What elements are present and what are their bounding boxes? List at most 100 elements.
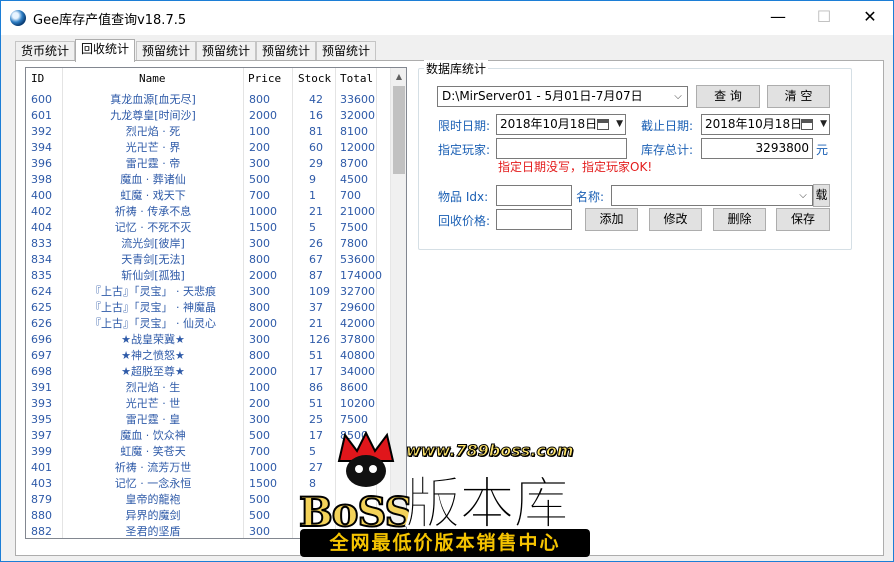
player-input[interactable] [496, 138, 627, 159]
cell-total: 42000 [340, 317, 375, 330]
cell-total: 32700 [340, 285, 375, 298]
chevron-down-icon: ⌵ [799, 190, 807, 201]
end-date-value: 2018年10月18日 [705, 117, 803, 131]
table-row[interactable]: 625 『上古』「灵宝」 · 神魔晶 800 37 29600 [26, 300, 392, 316]
cell-name: 记忆 · 一念永恒 [114, 477, 192, 490]
table-row[interactable]: 404 记忆 · 不死不灭 1500 5 7500 [26, 220, 392, 236]
tab-reserved-3[interactable]: 预留统计 [256, 41, 316, 61]
cell-price: 2000 [249, 109, 277, 122]
start-date-picker[interactable]: 2018年10月18日 ▼ [496, 114, 626, 135]
cell-price: 700 [249, 445, 270, 458]
cell-name: 光卍芒 · 世 [125, 397, 181, 410]
minimize-button[interactable]: — [755, 1, 801, 33]
cell-id: 403 [31, 477, 52, 490]
watermark-title: 版本库 [405, 472, 570, 538]
table-row[interactable]: 395 雷卍霆 · 皇 300 25 7500 [26, 412, 392, 428]
cell-stock: 109 [309, 285, 330, 298]
cell-price: 800 [249, 93, 270, 106]
recycle-price-input[interactable] [496, 209, 572, 230]
table-row[interactable]: 393 光卍芒 · 世 200 51 10200 [26, 396, 392, 412]
watermark-url: www.789boss.com [406, 441, 575, 461]
tab-currency-stats[interactable]: 货币统计 [15, 41, 75, 61]
col-header-stock[interactable]: Stock [298, 72, 331, 85]
table-row[interactable]: 626 『上古』「灵宝」 · 仙灵心 2000 21 42000 [26, 316, 392, 332]
scroll-thumb[interactable] [393, 86, 405, 174]
cell-name: 记忆 · 不死不灭 [114, 221, 192, 234]
tab-recycle-stats[interactable]: 回收统计 [75, 39, 135, 62]
col-header-id[interactable]: ID [31, 72, 44, 85]
cell-id: 626 [31, 317, 52, 330]
cell-id: 398 [31, 173, 52, 186]
cell-price: 1500 [249, 221, 277, 234]
col-header-name[interactable]: Name [139, 72, 166, 85]
close-button[interactable]: ✕ [847, 1, 893, 33]
cell-name: 雷卍霆 · 皇 [125, 413, 181, 426]
tab-reserved-1[interactable]: 预留统计 [136, 41, 196, 61]
table-row[interactable]: 392 烈卍焰 · 死 100 81 8100 [26, 124, 392, 140]
calendar-icon[interactable] [597, 119, 609, 130]
cell-price: 200 [249, 397, 270, 410]
cell-price: 500 [249, 429, 270, 442]
cell-price: 1000 [249, 461, 277, 474]
server-select[interactable]: D:\MirServer01 - 5月01日-7月07日 ⌵ [437, 86, 688, 107]
table-row[interactable]: 391 烈卍焰 · 生 100 86 8600 [26, 380, 392, 396]
cell-total: 700 [340, 189, 361, 202]
table-row[interactable]: 396 雷卍霆 · 帝 300 29 8700 [26, 156, 392, 172]
end-date-label: 截止日期: [641, 119, 694, 133]
table-row[interactable]: 696 ★战皇荣冀★ 300 126 37800 [26, 332, 392, 348]
title-bar[interactable]: Gee库存产值查询v18.7.5 — ☐ ✕ [1, 1, 893, 35]
clear-button[interactable]: 清 空 [767, 85, 830, 108]
cell-total: 8100 [340, 125, 368, 138]
cell-stock: 17 [309, 429, 323, 442]
cell-name: 斩仙剑[孤独] [121, 269, 185, 282]
table-row[interactable]: 624 『上古』「灵宝」 · 天悲痕 300 109 32700 [26, 284, 392, 300]
chevron-down-icon[interactable]: ▼ [616, 115, 623, 134]
col-header-price[interactable]: Price [248, 72, 281, 85]
cell-name: 天青剑[无法] [121, 253, 185, 266]
table-row[interactable]: 398 魔血 · 葬诸仙 500 9 4500 [26, 172, 392, 188]
cell-name: 烈卍焰 · 生 [125, 381, 181, 394]
calendar-icon[interactable] [801, 119, 813, 130]
scroll-up-arrow-icon[interactable]: ▲ [391, 68, 406, 85]
cell-price: 1500 [249, 477, 277, 490]
cell-total: 7500 [340, 413, 368, 426]
cell-name: 虹魔 · 戏天下 [120, 189, 186, 202]
item-idx-input[interactable] [496, 185, 572, 206]
table-row[interactable]: 698 ★超脱至尊★ 2000 17 34000 [26, 364, 392, 380]
cell-name: ★超脱至尊★ [121, 365, 185, 378]
cell-price: 500 [249, 493, 270, 506]
query-button[interactable]: 查 询 [696, 85, 760, 108]
load-button[interactable]: 载 [813, 184, 830, 207]
table-row[interactable]: 834 天青剑[无法] 800 67 53600 [26, 252, 392, 268]
maximize-button[interactable]: ☐ [801, 1, 847, 33]
cell-id: 393 [31, 397, 52, 410]
cell-id: 697 [31, 349, 52, 362]
tab-reserved-4[interactable]: 预留统计 [316, 41, 376, 61]
table-row[interactable]: 402 祈祷 · 传承不息 1000 21 21000 [26, 204, 392, 220]
col-header-total[interactable]: Total [340, 72, 373, 85]
table-row[interactable]: 600 真龙血源[血无尽] 800 42 33600 [26, 92, 392, 108]
cell-id: 880 [31, 509, 52, 522]
item-name-select[interactable]: ⌵ [611, 185, 813, 206]
table-row[interactable]: 697 ★神之愤怒★ 800 51 40800 [26, 348, 392, 364]
tab-reserved-2[interactable]: 预留统计 [196, 41, 256, 61]
table-row[interactable]: 833 流光剑[彼岸] 300 26 7800 [26, 236, 392, 252]
cell-id: 395 [31, 413, 52, 426]
cell-id: 879 [31, 493, 52, 506]
delete-button[interactable]: 删除 [713, 208, 766, 231]
modify-button[interactable]: 修改 [649, 208, 702, 231]
cell-total: 40800 [340, 349, 375, 362]
table-row[interactable]: 601 九龙尊皇[时间沙] 2000 16 32000 [26, 108, 392, 124]
save-button[interactable]: 保存 [776, 208, 830, 231]
end-date-picker[interactable]: 2018年10月18日 ▼ [701, 114, 830, 135]
chevron-down-icon[interactable]: ▼ [820, 115, 827, 134]
cell-name: 『上古』「灵宝」 · 天悲痕 [90, 285, 216, 298]
add-button[interactable]: 添加 [585, 208, 638, 231]
server-select-value: D:\MirServer01 - 5月01日-7月07日 [442, 89, 643, 103]
table-row[interactable]: 835 斩仙剑[孤独] 2000 87 174000 [26, 268, 392, 284]
table-header: ID Name Price Stock Total [26, 68, 392, 91]
table-row[interactable]: 394 光卍芒 · 界 200 60 12000 [26, 140, 392, 156]
cell-stock: 16 [309, 109, 323, 122]
table-row[interactable]: 400 虹魔 · 戏天下 700 1 700 [26, 188, 392, 204]
cell-name: 魔血 · 葬诸仙 [120, 173, 186, 186]
